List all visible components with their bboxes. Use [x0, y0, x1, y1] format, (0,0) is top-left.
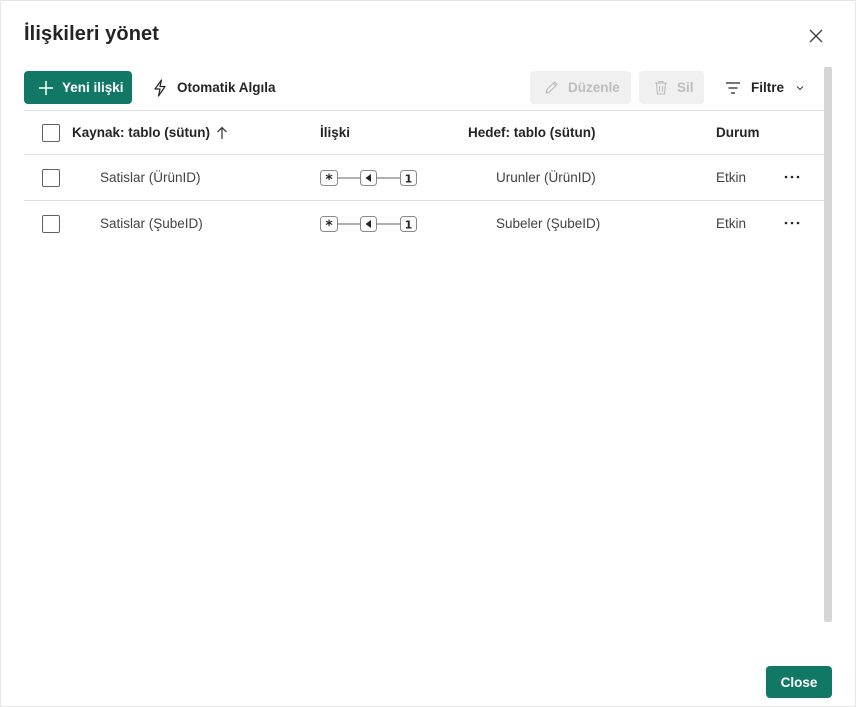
- filter-icon: [726, 81, 740, 94]
- cardinality-many-to-one-icon: * 1: [320, 169, 417, 188]
- source-column-header[interactable]: Kaynak: tablo (sütun): [72, 111, 228, 154]
- status-cell: Etkin: [716, 170, 747, 185]
- many-cardinality: *: [325, 218, 333, 234]
- filter-button[interactable]: Filtre: [725, 71, 805, 104]
- auto-detect-label: Otomatik Algıla: [177, 80, 276, 95]
- new-relationship-label: Yeni ilişki: [62, 80, 124, 95]
- toolbar: Yeni ilişki Otomatik Algıla Düzenle Sil: [24, 71, 824, 105]
- delete-label: Sil: [677, 80, 694, 95]
- select-all-checkbox[interactable]: [42, 124, 60, 142]
- source-cell: Satislar (ŞubeID): [100, 216, 203, 231]
- one-cardinality: 1: [405, 172, 413, 185]
- filter-label: Filtre: [751, 80, 785, 95]
- source-cell: Satislar (ÜrünID): [100, 170, 201, 185]
- target-column-header[interactable]: Hedef: tablo (sütun): [468, 111, 596, 154]
- row-checkbox[interactable]: [42, 215, 60, 233]
- pencil-icon: [545, 81, 558, 94]
- table-header-row: Kaynak: tablo (sütun) İlişki Hedef: tabl…: [24, 110, 824, 154]
- many-cardinality: *: [325, 172, 333, 188]
- dialog-title: İlişkileri yönet: [24, 23, 159, 45]
- new-relationship-button[interactable]: Yeni ilişki: [24, 71, 132, 104]
- source-header-label: Kaynak: tablo (sütun): [72, 125, 211, 140]
- one-cardinality: 1: [405, 218, 413, 231]
- status-column-header[interactable]: Durum: [716, 111, 760, 154]
- edit-button[interactable]: Düzenle: [530, 71, 631, 104]
- chevron-down-icon: [796, 85, 804, 90]
- row-checkbox[interactable]: [42, 169, 60, 187]
- edit-label: Düzenle: [568, 80, 620, 95]
- delete-button[interactable]: Sil: [639, 71, 704, 104]
- relationship-cell: * 1: [320, 155, 420, 200]
- lightning-icon: [154, 78, 166, 97]
- target-cell: Subeler (ŞubeID): [496, 216, 601, 231]
- plus-icon: [39, 80, 53, 95]
- vertical-scrollbar[interactable]: [824, 67, 832, 622]
- more-options-icon[interactable]: [782, 217, 802, 229]
- target-cell: Urunler (ÜrünID): [496, 170, 596, 185]
- trash-icon: [655, 80, 667, 95]
- table-row[interactable]: Satislar (ŞubeID) * 1 Subeler (ŞubeID) E…: [24, 200, 824, 246]
- close-icon[interactable]: [806, 26, 826, 46]
- cardinality-many-to-one-icon: * 1: [320, 215, 417, 234]
- relationship-cell: * 1: [320, 201, 420, 246]
- manage-relationships-dialog: İlişkileri yönet Yeni ilişki Otomatik Al…: [0, 0, 856, 707]
- more-options-icon[interactable]: [782, 171, 802, 183]
- auto-detect-button[interactable]: Otomatik Algıla: [152, 71, 276, 104]
- relationships-table: Kaynak: tablo (sütun) İlişki Hedef: tabl…: [24, 110, 824, 246]
- status-cell: Etkin: [716, 216, 747, 231]
- close-button[interactable]: Close: [766, 666, 832, 698]
- sort-ascending-icon: [217, 126, 227, 139]
- table-row[interactable]: Satislar (ÜrünID) * 1 Urunler (ÜrünID) E…: [24, 154, 824, 200]
- relationship-column-header[interactable]: İlişki: [320, 111, 350, 154]
